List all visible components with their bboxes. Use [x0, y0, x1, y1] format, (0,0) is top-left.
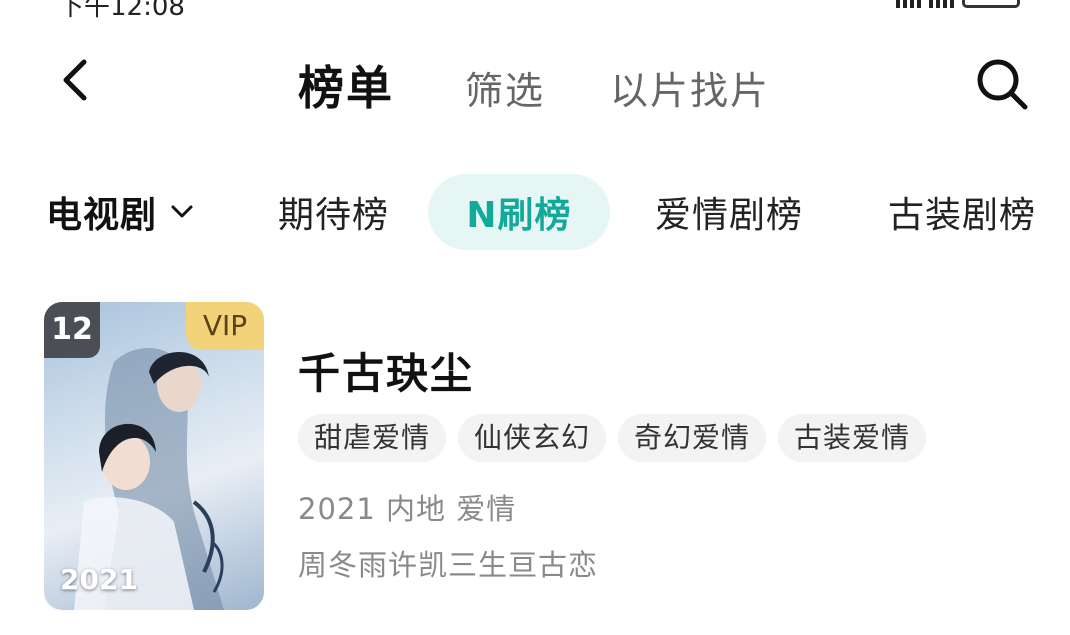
back-button[interactable]: [52, 56, 100, 104]
tag[interactable]: 奇幻爱情: [618, 414, 767, 462]
tab-find-by-film[interactable]: 以片找片: [610, 60, 770, 115]
category-dropdown-label: 电视剧: [46, 195, 158, 236]
tab-ranking[interactable]: 榜单: [298, 52, 394, 118]
item-description: 周冬雨许凯三生亘古恋: [298, 548, 599, 582]
category-romance[interactable]: 爱情剧榜: [655, 186, 803, 238]
battery-icon: [962, 0, 1020, 8]
category-row: 电视剧 期待榜 N刷榜 爱情剧榜 古装剧榜: [0, 172, 1070, 252]
category-dropdown[interactable]: 电视剧: [46, 186, 195, 238]
category-rewatch[interactable]: N刷榜: [428, 174, 610, 250]
status-bar: 下午12:08: [0, 0, 1070, 22]
search-icon: [977, 59, 1028, 110]
category-costume[interactable]: 古装剧榜: [888, 186, 1036, 238]
signal-icon: [929, 0, 954, 8]
tag[interactable]: 仙侠玄幻: [458, 414, 607, 462]
vip-badge: VIP: [186, 302, 264, 350]
tag-list: 甜虐爱情 仙侠玄幻 奇幻爱情 古装爱情: [298, 414, 927, 462]
search-button[interactable]: [972, 54, 1032, 114]
item-title[interactable]: 千古玦尘: [298, 340, 474, 401]
tab-filter[interactable]: 筛选: [465, 60, 545, 115]
category-rewatch-label: N刷榜: [466, 195, 572, 236]
chevron-down-icon: [171, 205, 193, 218]
signal-icon: [896, 0, 921, 8]
chevron-left-icon: [63, 59, 87, 101]
ranking-list-item[interactable]: 12 VIP 2021 千古玦尘 甜虐爱情 仙侠玄幻 奇幻爱情 古装爱情 202…: [44, 302, 1024, 612]
status-indicators: [896, 0, 1020, 8]
rank-badge: 12: [44, 302, 100, 358]
tag[interactable]: 甜虐爱情: [298, 414, 447, 462]
top-nav: 榜单 筛选 以片找片: [0, 40, 1070, 124]
item-meta: 2021 内地 爱情: [298, 492, 517, 526]
status-time: 下午12:08: [58, 0, 185, 22]
tag[interactable]: 古装爱情: [778, 414, 927, 462]
poster-year: 2021: [60, 563, 138, 596]
poster-image[interactable]: 12 VIP 2021: [44, 302, 264, 610]
category-expected[interactable]: 期待榜: [278, 186, 389, 238]
